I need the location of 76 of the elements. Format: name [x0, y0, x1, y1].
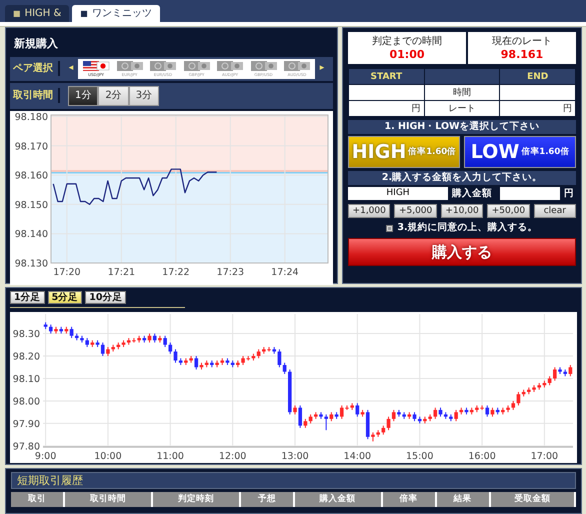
panel-title: 新規購入: [13, 36, 59, 52]
duration-button[interactable]: 1分: [68, 86, 98, 106]
axis-tick-label: 10:00: [94, 451, 122, 462]
tab[interactable]: ■ ワンミニッツ: [72, 5, 160, 22]
column-header: 受取金額: [490, 492, 576, 507]
unit-label: 円: [564, 188, 574, 200]
info-value: 01:00: [388, 48, 426, 61]
table-cell: START: [348, 68, 424, 84]
agree-label: 3.規約に同意の上、購入する。: [397, 222, 538, 234]
info-value: 98.161: [500, 48, 544, 61]
axis-tick-label: 98.20: [12, 352, 40, 362]
amount-button[interactable]: +50,00: [487, 204, 530, 218]
amount-button[interactable]: +1,000: [348, 204, 390, 218]
table-cell: END: [500, 68, 576, 84]
column-header: 倍率: [382, 492, 437, 507]
axis-tick-label: 14:00: [344, 451, 372, 462]
info-label: 判定までの時間: [371, 35, 443, 48]
axis-tick-label: 13:00: [281, 451, 309, 462]
axis-tick-label: 97.80: [12, 441, 40, 452]
interval-tab[interactable]: 1分足: [10, 291, 45, 304]
field-label: 購入金額: [452, 188, 492, 200]
row-label: 取引時間: [10, 88, 60, 103]
column-header: 判定時刻: [152, 492, 241, 507]
axis-tick-label: 17:00: [530, 451, 558, 462]
buy-button[interactable]: 購入する: [348, 238, 576, 266]
axis-tick-label: 98.10: [12, 374, 40, 385]
amount-field[interactable]: [500, 187, 560, 200]
table-cell: 円: [348, 100, 424, 116]
duration-button[interactable]: 2分: [98, 86, 129, 106]
flag-icon: [216, 60, 244, 72]
axis-tick-label: 12:00: [218, 451, 246, 462]
interval-tab[interactable]: 10分足: [85, 291, 126, 304]
info-label: 現在のレート: [491, 35, 553, 48]
column-header: 取引時間: [65, 492, 153, 507]
column-header: 購入金額: [294, 492, 383, 507]
agree-checkbox[interactable]: [386, 224, 394, 232]
column-header: 取引: [11, 492, 66, 507]
column-header: 結果: [436, 492, 491, 507]
axis-tick-label: 17:21: [108, 266, 136, 278]
amount-button[interactable]: +5,000: [394, 204, 437, 218]
axis-tick-label: 17:24: [271, 266, 299, 278]
amount-button[interactable]: +10,00: [440, 204, 484, 218]
section-title: 短期取引履歴: [11, 472, 576, 489]
flag-icon: [283, 60, 311, 72]
duration-button[interactable]: 3分: [128, 86, 160, 106]
axis-tick-label: 11:00: [156, 451, 184, 462]
tab[interactable]: ■ HIGH &: [5, 5, 70, 22]
axis-tick-label: 17:20: [53, 266, 81, 278]
axis-tick-label: 97.90: [12, 418, 40, 430]
section-header: 2.購入する金額を入力して下さい。: [348, 171, 576, 185]
axis-tick-label: 16:00: [468, 451, 496, 462]
axis-tick-label: 98.160: [14, 170, 48, 182]
row-label: ペア選択: [10, 61, 60, 76]
axis-tick-label: 98.180: [14, 111, 48, 122]
section-header: 1. HIGH・LOWを選択して下さい: [348, 120, 576, 134]
flag-icon: [182, 60, 210, 72]
table-cell: 円: [500, 100, 576, 116]
axis-tick-label: 98.170: [14, 140, 48, 152]
flag-icon: [250, 60, 278, 72]
axis-tick-label: 98.00: [12, 396, 40, 408]
flag-icon: [116, 60, 144, 72]
column-header: 予想: [240, 492, 295, 507]
flag-icon: [149, 60, 177, 72]
axis-tick-label: 98.150: [14, 199, 48, 210]
axis-tick-label: 98.130: [14, 258, 48, 269]
axis-tick-label: 98.140: [14, 228, 48, 240]
amount-button[interactable]: clear: [534, 204, 576, 218]
axis-tick-label: 98.30: [12, 329, 40, 340]
table-cell: 時間: [424, 84, 500, 100]
axis-tick-label: 9:00: [34, 451, 56, 462]
direction-field[interactable]: HIGH: [348, 187, 448, 200]
axis-tick-label: 15:00: [406, 451, 434, 462]
axis-tick-label: 17:23: [216, 266, 244, 278]
interval-tab[interactable]: 5分足: [48, 291, 82, 304]
axis-tick-label: 17:22: [162, 266, 190, 278]
table-cell: レート: [424, 100, 500, 116]
